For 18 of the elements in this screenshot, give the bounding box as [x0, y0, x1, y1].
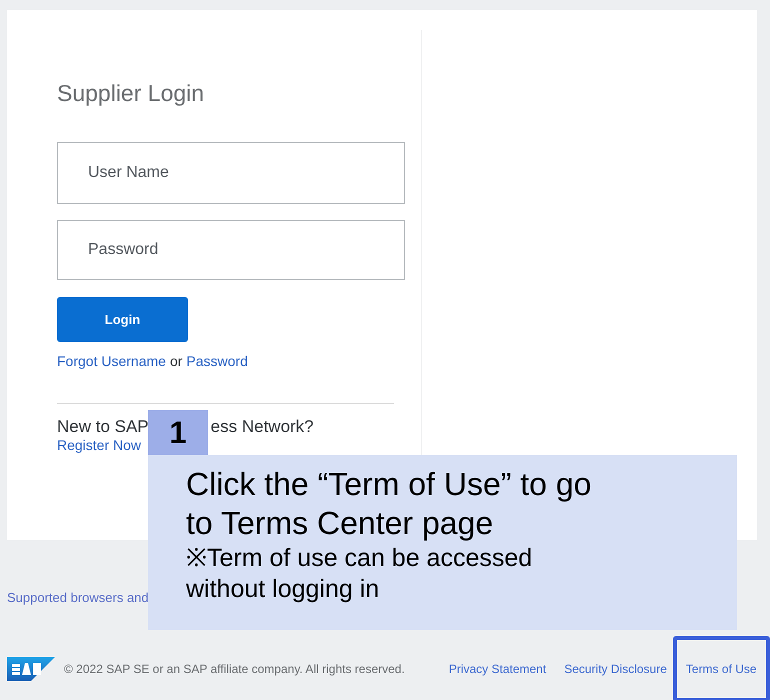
callout-note: ※Term of use can be accessed without logging in [186, 543, 534, 605]
password-link[interactable]: Password [186, 353, 248, 369]
login-button[interactable]: Login [57, 297, 188, 342]
login-title: Supplier Login [57, 80, 204, 107]
copyright-text: © 2022 SAP SE or an SAP affiliate company. All rights reserved. [64, 662, 405, 676]
supported-browsers-link[interactable]: Supported browsers and [7, 590, 149, 605]
input-field[interactable]: Password [57, 220, 405, 280]
register-heading: New to SAP [57, 417, 149, 437]
input-field[interactable]: User Name [57, 142, 405, 204]
callout-text: Click the “Term of Use” to go to Terms Center page [186, 465, 592, 543]
register-heading: ess Network? [210, 417, 314, 437]
separator-text: or [170, 353, 182, 369]
footer-link[interactable]: Terms of Use [672, 636, 770, 700]
step-badge: 1 [148, 410, 208, 455]
forgot-username-link[interactable]: Forgot Username [57, 353, 166, 369]
footer-link[interactable]: Privacy Statement [448, 662, 546, 676]
footer-link[interactable]: Security Disclosure [564, 662, 667, 676]
register-link[interactable]: Register Now [57, 437, 142, 453]
